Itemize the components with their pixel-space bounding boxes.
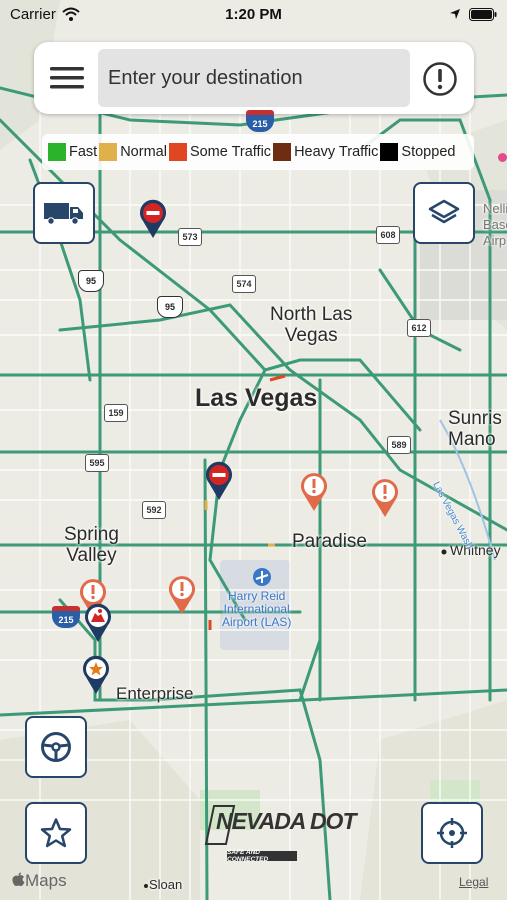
apple-logo-icon — [12, 872, 25, 887]
state-route-shield: 608 — [376, 226, 400, 244]
interstate-shield: 215 — [246, 110, 274, 132]
us-route-shield: 95 — [78, 270, 104, 292]
label-line: Mano — [448, 429, 496, 450]
state-route-shield: 573 — [178, 228, 202, 246]
legend-swatch-fast — [48, 143, 66, 161]
state-route-shield: 592 — [142, 501, 166, 519]
city-label-north-las-vegas: North Las Vegas — [270, 304, 352, 346]
us-route-shield: 95 — [157, 296, 183, 318]
nevada-dot-logo-text: NEVADA DOT — [216, 808, 356, 834]
traffic-legend: Fast Normal Some Traffic Heavy Traffic S… — [42, 134, 474, 170]
location-arrow-icon — [450, 9, 460, 19]
poi-marker-icon — [498, 153, 507, 162]
favorites-button[interactable] — [25, 802, 87, 864]
steering-wheel-icon — [41, 732, 71, 762]
nevada-dot-tagline: SAFE AND CONNECTED — [227, 849, 297, 863]
incident-alert-pin[interactable] — [300, 472, 328, 512]
label-line: North Las — [270, 304, 353, 325]
road-closure-pin[interactable] — [205, 461, 233, 501]
legend-item-heavy-traffic: Heavy Traffic — [273, 143, 378, 161]
legend-item-stopped: Stopped — [380, 143, 455, 161]
label-line: Spring — [64, 524, 119, 545]
crosshair-icon — [437, 818, 467, 848]
search-card — [34, 42, 474, 114]
carrier-label: Carrier — [10, 5, 56, 23]
legal-link[interactable]: Legal — [459, 875, 488, 889]
state-route-shield: 574 — [232, 275, 256, 293]
legend-item-normal: Normal — [99, 143, 167, 161]
truck-mode-button[interactable] — [33, 182, 95, 244]
airport-label: Harry Reid International Airport (LAS) — [222, 590, 291, 629]
state-route-shield: 159 — [104, 404, 128, 422]
incident-alert-pin[interactable] — [371, 478, 399, 518]
layers-icon — [428, 199, 460, 224]
legend-label: Normal — [120, 144, 167, 160]
city-label-sloan: Sloan — [149, 877, 183, 892]
favorite-location-pin[interactable] — [82, 655, 110, 695]
star-icon — [40, 818, 72, 848]
alert-info-icon[interactable] — [422, 61, 458, 97]
legend-label: Stopped — [401, 144, 456, 160]
label-line: Airp — [483, 233, 507, 248]
construction-pin[interactable] — [84, 603, 112, 643]
truck-icon — [44, 203, 83, 225]
state-route-shield: 612 — [407, 319, 431, 337]
city-label-paradise: Paradise — [292, 531, 367, 552]
maps-label: Maps — [25, 871, 67, 890]
legend-item-some-traffic: Some Traffic — [168, 143, 272, 161]
label-nellis-base: Nelli Base Airp — [483, 201, 507, 249]
state-route-shield: 595 — [85, 454, 109, 472]
road-closure-pin[interactable] — [139, 199, 167, 239]
incident-alert-pin[interactable] — [168, 575, 196, 615]
maps-attribution: Maps — [12, 871, 67, 891]
drive-mode-button[interactable] — [25, 716, 87, 778]
label-line: Nelli — [483, 201, 507, 216]
state-route-shield: 589 — [387, 436, 411, 454]
status-left: Carrier — [10, 6, 80, 23]
city-label-whitney: Whitney — [450, 542, 501, 558]
label-line: Airport (LAS) — [222, 615, 292, 629]
city-label-enterprise: Enterprise — [116, 684, 194, 703]
label-line: Sunris — [448, 408, 502, 429]
interstate-shield: 215 — [52, 606, 80, 628]
city-label-sunrise-manor: Sunris Mano — [448, 408, 502, 450]
legend-label: Fast — [69, 144, 98, 160]
wifi-icon — [62, 7, 80, 21]
legend-label: Heavy Traffic — [294, 144, 379, 160]
destination-search-input[interactable] — [98, 49, 410, 107]
label-line: Base — [483, 217, 507, 232]
legend-swatch-heavy-traffic — [273, 143, 292, 161]
status-right — [449, 7, 497, 21]
label-line: Vegas — [284, 325, 338, 346]
map-layers-button[interactable] — [413, 182, 475, 244]
status-bar: Carrier 1:20 PM — [0, 0, 507, 28]
legend-swatch-some-traffic — [168, 143, 187, 161]
legend-label: Some Traffic — [189, 144, 272, 160]
legend-swatch-stopped — [380, 143, 399, 161]
legend-item-fast: Fast — [48, 143, 97, 161]
hamburger-menu-icon[interactable] — [48, 60, 86, 96]
battery-icon — [469, 7, 497, 21]
recenter-location-button[interactable] — [421, 802, 483, 864]
city-label-spring-valley: Spring Valley — [64, 524, 119, 566]
city-label-las-vegas: Las Vegas — [195, 384, 318, 412]
label-line: Valley — [66, 545, 117, 566]
legend-swatch-normal — [99, 143, 118, 161]
